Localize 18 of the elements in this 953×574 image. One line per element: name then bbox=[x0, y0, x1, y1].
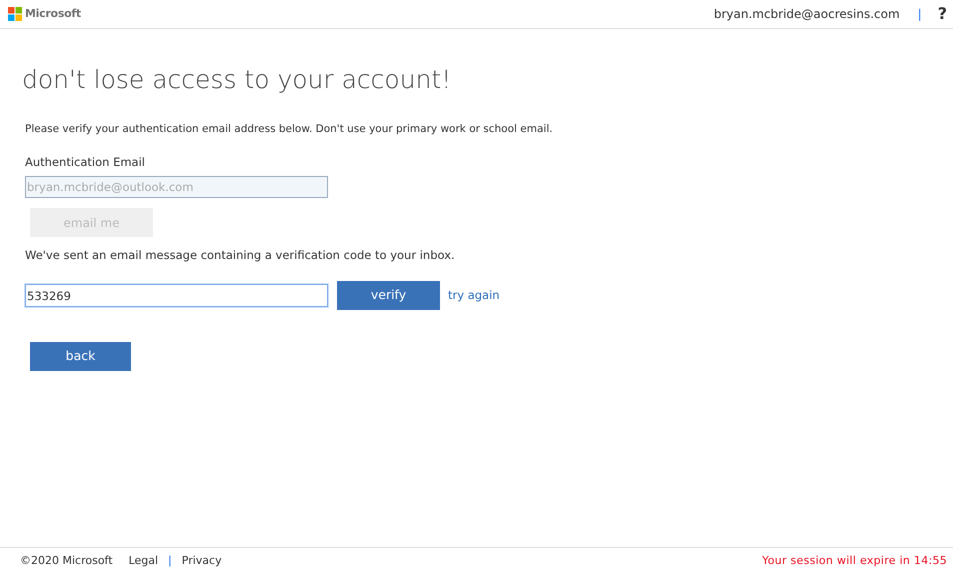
field-label: Authentication Email bbox=[25, 154, 145, 171]
footer-link[interactable]: Privacy bbox=[182, 552, 222, 570]
intro-text: Please verify your authentication email address below. Don't use your primary work or school email. bbox=[25, 122, 553, 137]
sent-message: We've sent an email message containing a verification code to your inbox. bbox=[25, 247, 455, 264]
separator: | bbox=[168, 552, 172, 569]
copyright: ©2020 Microsoft bbox=[20, 552, 113, 569]
help-button[interactable]: ? bbox=[938, 2, 947, 26]
user-email: bryan.mcbride@aocresins.com bbox=[714, 6, 900, 23]
try-again-link[interactable]: try again bbox=[448, 287, 500, 304]
code-field[interactable]: 533269 bbox=[25, 284, 328, 308]
page-title: don't lose access to your account! bbox=[22, 67, 452, 92]
session-timer: Your session will expire in 14:55 bbox=[762, 552, 947, 569]
separator: | bbox=[918, 6, 922, 23]
microsoft-logo-icon bbox=[8, 7, 22, 21]
brand-name: Microsoft bbox=[25, 6, 81, 22]
verify-button[interactable]: verify bbox=[337, 281, 440, 310]
back-button[interactable]: back bbox=[30, 342, 131, 372]
footer-link[interactable]: Legal bbox=[128, 552, 158, 570]
